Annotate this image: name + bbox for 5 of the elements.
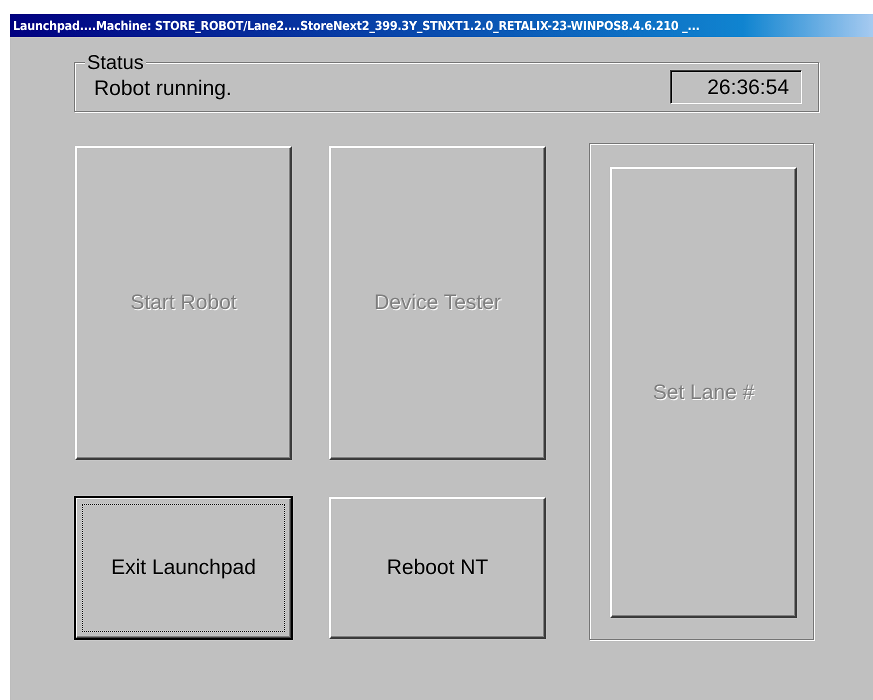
window-title: Launchpad....Machine: STORE_ROBOT/Lane2....StoreNext2_399.3Y_STNXT1.2.0_RETALIX-23-WINPOS8.4.6.210 _... <box>10 14 873 37</box>
reboot-button[interactable]: Reboot NT <box>329 497 546 639</box>
exit-button[interactable]: Exit Launchpad <box>75 497 292 639</box>
status-message: Robot running. <box>94 76 232 100</box>
time-display: 26:36:54 <box>670 70 802 104</box>
